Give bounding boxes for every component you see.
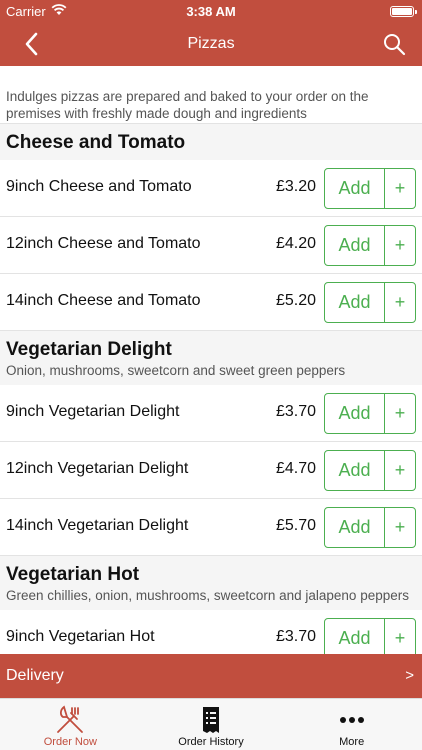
item-price: £3.20 bbox=[275, 178, 316, 195]
tab-label: Order History bbox=[178, 736, 244, 748]
plus-icon: + bbox=[394, 460, 406, 480]
menu-item-row: 9inch Vegetarian Delight £3.70 Add + bbox=[0, 385, 422, 442]
menu-item-row: 9inch Vegetarian Hot £3.70 Add + bbox=[0, 610, 422, 654]
plus-icon: + bbox=[394, 235, 406, 255]
tab-bar: Order Now Order History More bbox=[0, 698, 422, 750]
page-title: Pizzas bbox=[187, 35, 235, 52]
section-description: Green chillies, onion, mushrooms, sweetc… bbox=[6, 588, 409, 603]
add-button-label: Add bbox=[325, 508, 385, 547]
plus-icon: + bbox=[394, 292, 406, 312]
item-price: £3.70 bbox=[275, 628, 316, 645]
plus-icon: + bbox=[394, 403, 406, 423]
add-to-order-button[interactable]: Add + bbox=[324, 168, 416, 209]
item-name: 12inch Vegetarian Delight bbox=[6, 460, 189, 477]
section-description: Onion, mushrooms, sweetcorn and sweet gr… bbox=[6, 363, 346, 378]
item-name: 12inch Cheese and Tomato bbox=[6, 235, 201, 252]
app-header: Carrier 3:38 AM Pizzas bbox=[0, 0, 422, 66]
menu-list[interactable]: Indulges pizzas are prepared and baked t… bbox=[0, 66, 422, 654]
tab-label: More bbox=[339, 736, 365, 748]
item-price: £4.70 bbox=[275, 460, 316, 477]
menu-intro: Indulges pizzas are prepared and baked t… bbox=[0, 66, 422, 124]
status-bar: Carrier 3:38 AM bbox=[0, 0, 422, 22]
delivery-arrow: > bbox=[405, 667, 414, 684]
menu-item-row: 14inch Cheese and Tomato £5.20 Add + bbox=[0, 274, 422, 331]
item-price: £5.70 bbox=[275, 517, 316, 534]
add-to-order-button[interactable]: Add + bbox=[324, 450, 416, 491]
receipt-icon bbox=[203, 707, 219, 733]
add-to-order-button[interactable]: Add + bbox=[324, 393, 416, 434]
nav-bar: Pizzas bbox=[0, 22, 422, 66]
menu-item-row: 9inch Cheese and Tomato £3.20 Add + bbox=[0, 160, 422, 217]
tab-label: Order Now bbox=[43, 736, 97, 748]
item-price: £5.20 bbox=[275, 292, 316, 309]
item-price: £3.70 bbox=[275, 403, 316, 420]
add-to-order-button[interactable]: Add + bbox=[324, 507, 416, 548]
add-to-order-button[interactable]: Add + bbox=[324, 618, 416, 654]
section-title: Cheese and Tomato bbox=[6, 132, 186, 153]
section-title: Vegetarian Delight bbox=[6, 339, 172, 360]
menu-item-row: 12inch Vegetarian Delight £4.70 Add + bbox=[0, 442, 422, 499]
section-title: Vegetarian Hot bbox=[6, 564, 140, 585]
more-dots-icon bbox=[339, 717, 364, 723]
plus-icon: + bbox=[394, 628, 406, 648]
add-to-order-button[interactable]: Add + bbox=[324, 282, 416, 323]
add-button-label: Add bbox=[325, 169, 385, 208]
add-button-label: Add bbox=[325, 451, 385, 490]
status-time: 3:38 AM bbox=[186, 4, 236, 19]
delivery-bar[interactable]: Delivery > bbox=[0, 654, 422, 698]
item-name: 14inch Vegetarian Delight bbox=[6, 517, 189, 534]
item-name: 9inch Vegetarian Hot bbox=[6, 628, 155, 645]
plus-icon: + bbox=[394, 178, 406, 198]
add-button-label: Add bbox=[325, 283, 385, 322]
section-header: Vegetarian Hot Green chillies, onion, mus… bbox=[0, 556, 422, 610]
battery-icon bbox=[390, 6, 417, 17]
tab-order-history[interactable]: Order History bbox=[141, 699, 282, 750]
section-header: Cheese and Tomato bbox=[0, 124, 422, 160]
plus-icon: + bbox=[394, 517, 406, 537]
section-header: Vegetarian Delight Onion, mushrooms, swee… bbox=[0, 331, 422, 385]
item-name: 14inch Cheese and Tomato bbox=[6, 292, 201, 309]
add-button-label: Add bbox=[325, 619, 385, 654]
add-button-label: Add bbox=[325, 226, 385, 265]
fork-knife-icon bbox=[57, 705, 84, 733]
menu-item-row: 12inch Cheese and Tomato £4.20 Add + bbox=[0, 217, 422, 274]
item-price: £4.20 bbox=[275, 235, 316, 252]
tab-more[interactable]: More bbox=[281, 699, 422, 750]
search-icon[interactable] bbox=[382, 32, 406, 56]
item-name: 9inch Cheese and Tomato bbox=[6, 178, 192, 195]
add-button-label: Add bbox=[325, 394, 385, 433]
delivery-label: Delivery bbox=[6, 667, 64, 684]
item-name: 9inch Vegetarian Delight bbox=[6, 403, 180, 420]
tab-order-now[interactable]: Order Now bbox=[0, 699, 141, 750]
menu-item-row: 14inch Vegetarian Delight £5.70 Add + bbox=[0, 499, 422, 556]
add-to-order-button[interactable]: Add + bbox=[324, 225, 416, 266]
